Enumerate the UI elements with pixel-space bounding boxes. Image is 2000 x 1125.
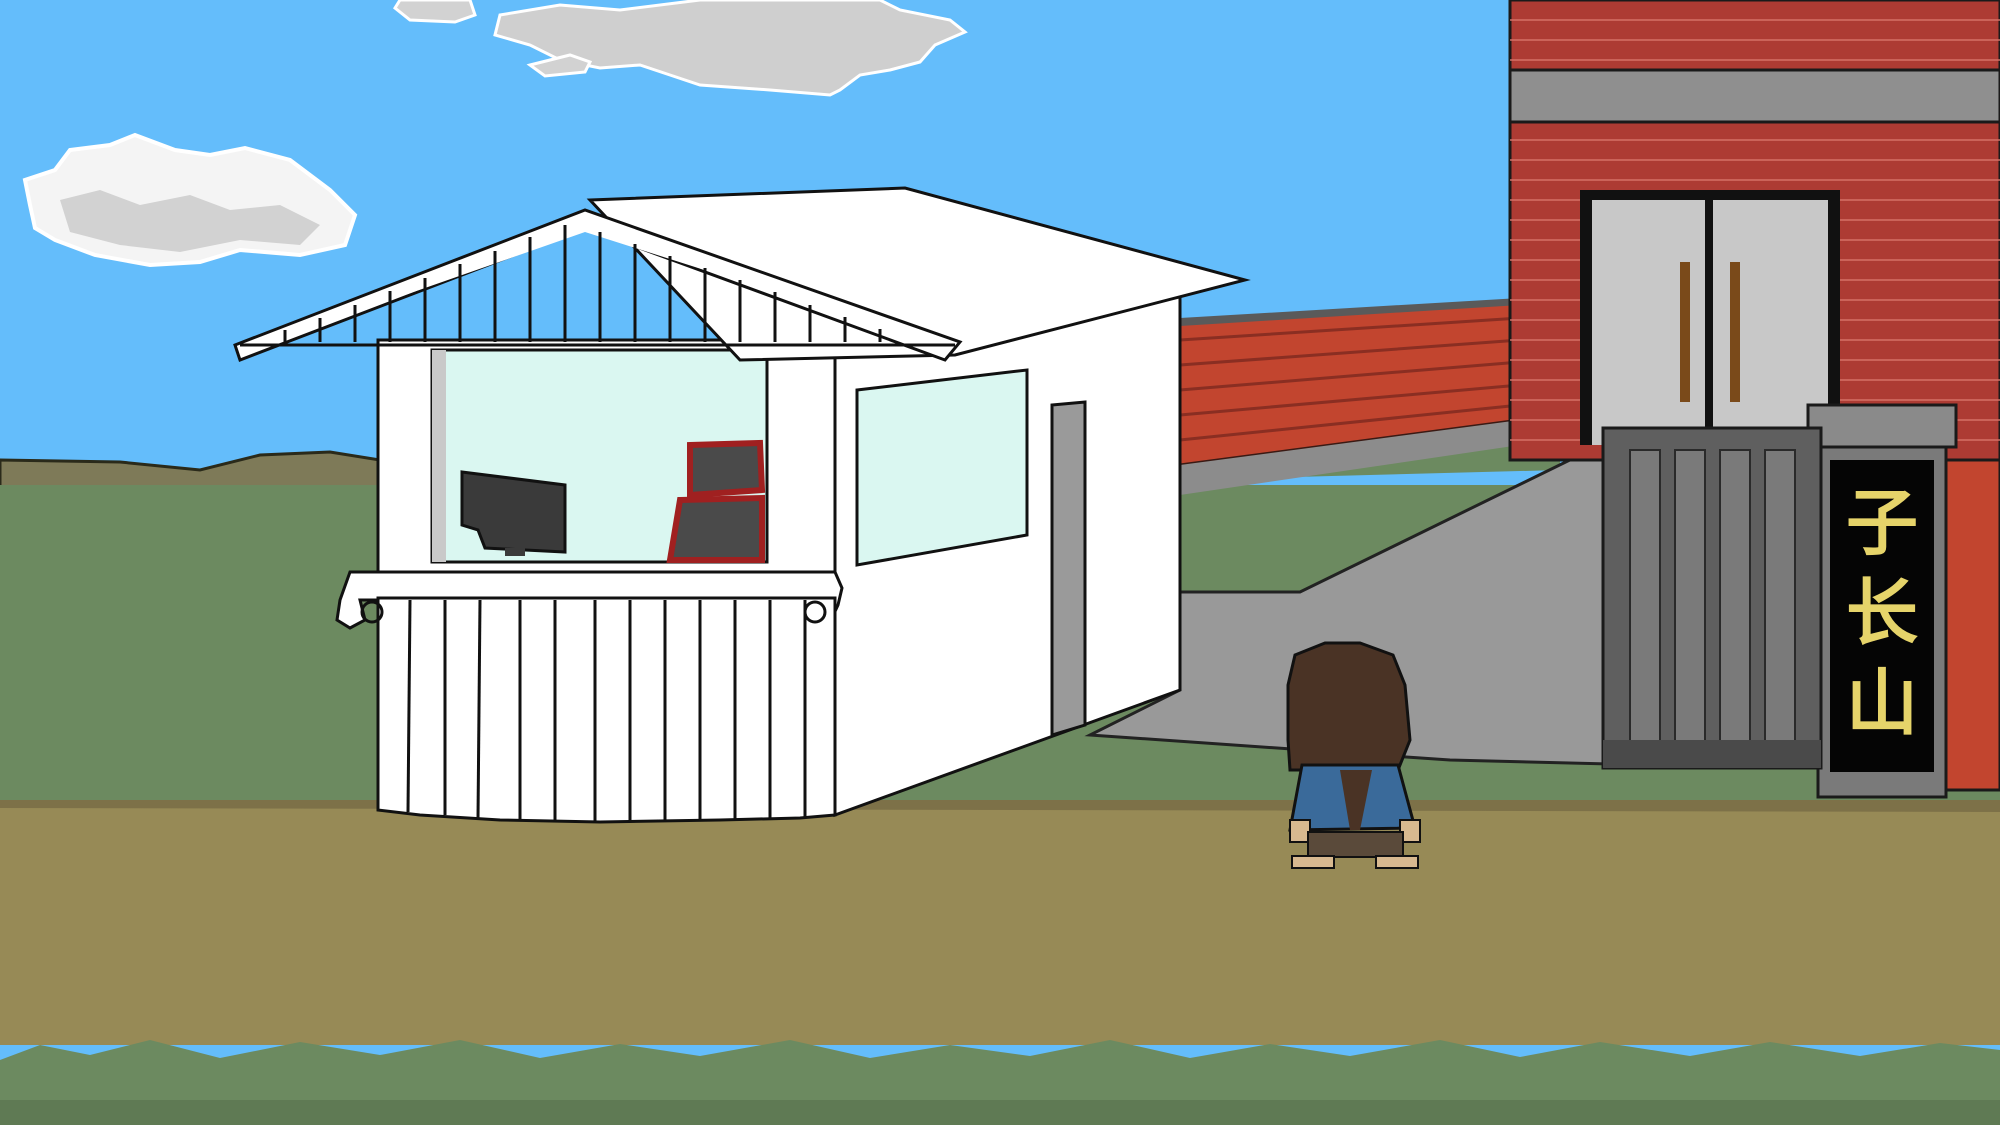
- sign-glyph-2: 长: [1846, 571, 1918, 655]
- school-sign-text: 子 长 山: [1846, 481, 1918, 745]
- brick-building: [1508, 0, 2000, 462]
- dirt-path: [0, 800, 2000, 1045]
- sign-glyph-1: 子: [1846, 481, 1918, 565]
- game-scene: 子 长 山: [0, 0, 2000, 1125]
- metal-gate: [1601, 426, 1823, 770]
- sign-glyph-3: 山: [1846, 661, 1918, 745]
- foreground-grass-strip: [0, 1100, 2000, 1125]
- player-character: [1286, 641, 1421, 869]
